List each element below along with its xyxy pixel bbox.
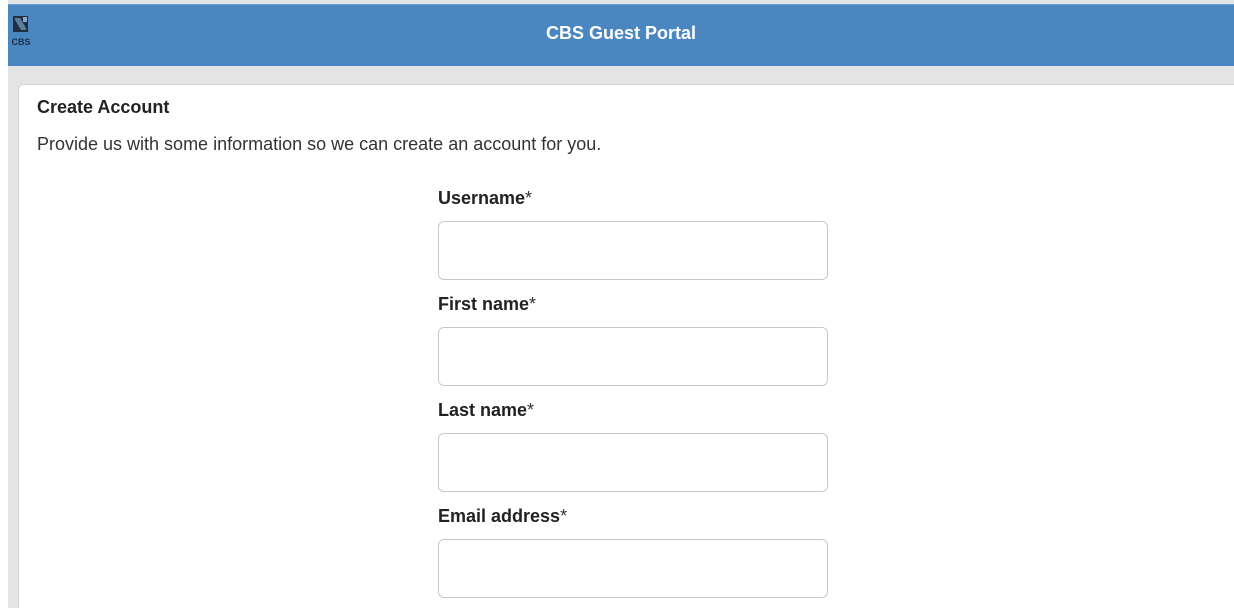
last-name-field-group: Last name* [438, 396, 828, 502]
email-label-text: Email address [438, 506, 561, 526]
last-name-label: Last name* [438, 396, 828, 433]
username-field-group: Username* [438, 184, 828, 290]
first-name-input[interactable] [438, 327, 828, 386]
required-marker: * [560, 506, 568, 526]
first-name-label-text: First name [438, 294, 530, 314]
card-description: Provide us with some information so we c… [37, 134, 602, 154]
username-label-text: Username [438, 188, 526, 208]
last-name-input[interactable] [438, 433, 828, 492]
header-bar: CBS CBS Guest Portal [8, 4, 1234, 66]
username-input[interactable] [438, 221, 828, 280]
create-account-form: Username* First name* Last name* Email a… [438, 184, 828, 608]
email-field-group: Email address* [438, 502, 828, 608]
first-name-field-group: First name* [438, 290, 828, 396]
required-marker: * [525, 188, 533, 208]
username-label: Username* [438, 184, 828, 221]
last-name-label-text: Last name [438, 400, 528, 420]
first-name-label: First name* [438, 290, 828, 327]
email-label: Email address* [438, 502, 828, 539]
email-input[interactable] [438, 539, 828, 598]
left-edge-strip [0, 0, 8, 608]
portal-title: CBS Guest Portal [545, 23, 697, 43]
create-account-card: Create Account Provide us with some info… [18, 84, 1234, 608]
card-title: Create Account [37, 97, 170, 117]
required-marker: * [527, 400, 535, 420]
required-marker: * [529, 294, 537, 314]
portal-page: CBS CBS Guest Portal Create Account Prov… [0, 0, 1234, 608]
